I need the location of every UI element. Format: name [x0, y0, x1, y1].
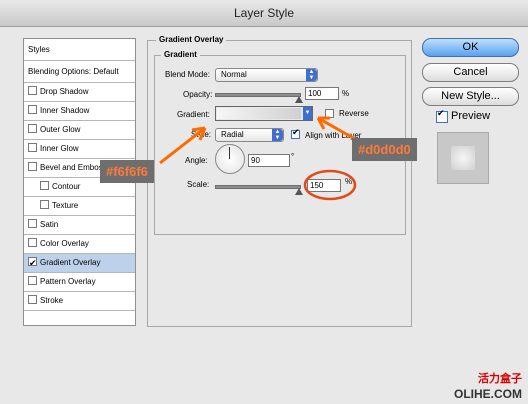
annotation-left-color: #f6f6f6: [100, 160, 154, 183]
scale-highlight-circle: [303, 169, 357, 201]
annotation-overlay: [159, 116, 363, 201]
arrow-left-line: [159, 126, 206, 165]
watermark-url: OLIHE.COM: [454, 387, 522, 401]
watermark-cn: 活力盒子: [478, 373, 522, 385]
annotation-right-color: #d0d0d0: [352, 138, 417, 161]
